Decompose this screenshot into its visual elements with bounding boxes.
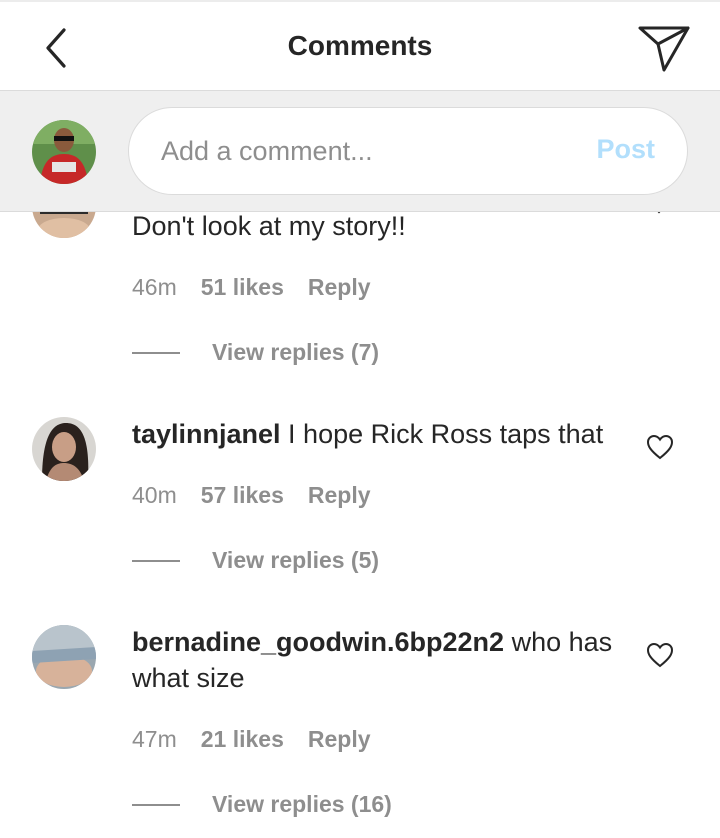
top-bar: Comments bbox=[0, 0, 720, 90]
comment-time: 40m bbox=[132, 482, 177, 508]
share-button[interactable] bbox=[636, 22, 692, 74]
comment-time: 47m bbox=[132, 726, 177, 752]
replies-divider bbox=[132, 803, 180, 806]
heart-icon[interactable] bbox=[646, 434, 674, 460]
comment-meta: 47m 21 likes Reply bbox=[132, 726, 371, 753]
comment-likes[interactable]: 57 likes bbox=[201, 482, 284, 509]
comments-screen: Don't look at my story!! 46m 51 likes Re… bbox=[0, 0, 720, 838]
comment-text: bernadine_goodwin.6bp22n2 who has what s… bbox=[132, 624, 622, 696]
replies-divider bbox=[132, 559, 180, 562]
page-title: Comments bbox=[287, 30, 433, 61]
comment-text: Don't look at my story!! bbox=[132, 208, 622, 244]
view-replies-label: View replies (5) bbox=[212, 547, 380, 573]
comment-input[interactable] bbox=[161, 108, 581, 194]
comment-username[interactable]: taylinnjanel bbox=[132, 419, 281, 449]
comment-meta: 46m 51 likes Reply bbox=[132, 274, 371, 301]
comment-time: 46m bbox=[132, 274, 177, 300]
view-replies-label: View replies (7) bbox=[212, 339, 380, 365]
view-replies-button[interactable]: View replies (16) bbox=[132, 791, 392, 818]
comment-composer: Post bbox=[0, 90, 720, 212]
current-user-avatar bbox=[32, 120, 96, 184]
comment-username[interactable]: bernadine_goodwin.6bp22n2 bbox=[132, 627, 504, 657]
view-replies-button[interactable]: View replies (7) bbox=[132, 339, 379, 366]
comment-text: taylinnjanel I hope Rick Ross taps that bbox=[132, 416, 622, 452]
post-button[interactable]: Post bbox=[596, 134, 655, 165]
comment-body: Don't look at my story!! bbox=[132, 211, 406, 241]
heart-icon[interactable] bbox=[646, 642, 674, 668]
view-replies-button[interactable]: View replies (5) bbox=[132, 547, 379, 574]
reply-button[interactable]: Reply bbox=[308, 726, 371, 753]
commenter-avatar[interactable] bbox=[32, 417, 96, 481]
replies-divider bbox=[132, 351, 180, 354]
comment-meta: 40m 57 likes Reply bbox=[132, 482, 371, 509]
comment-likes[interactable]: 51 likes bbox=[201, 274, 284, 301]
view-replies-label: View replies (16) bbox=[212, 791, 392, 817]
reply-button[interactable]: Reply bbox=[308, 274, 371, 301]
commenter-avatar[interactable] bbox=[32, 625, 96, 689]
paper-plane-icon bbox=[638, 26, 690, 72]
comment-field[interactable]: Post bbox=[128, 107, 688, 195]
comment-body: I hope Rick Ross taps that bbox=[280, 419, 604, 449]
reply-button[interactable]: Reply bbox=[308, 482, 371, 509]
comment-likes[interactable]: 21 likes bbox=[201, 726, 284, 753]
